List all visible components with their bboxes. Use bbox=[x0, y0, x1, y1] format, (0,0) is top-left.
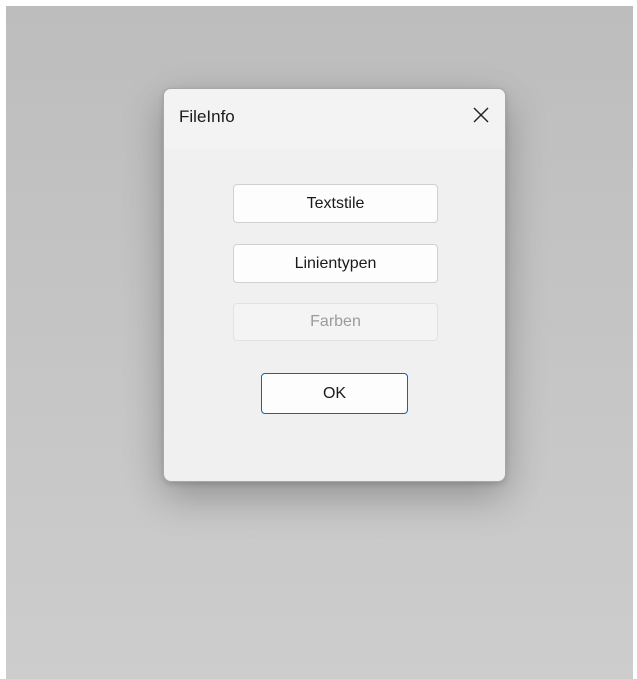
textstile-button[interactable]: Textstile bbox=[233, 184, 438, 223]
farben-button: Farben bbox=[233, 303, 438, 341]
dialog-title: FileInfo bbox=[179, 107, 235, 126]
linientypen-button[interactable]: Linientypen bbox=[233, 244, 438, 283]
close-button[interactable] bbox=[461, 99, 501, 131]
ok-button[interactable]: OK bbox=[261, 373, 408, 414]
fileinfo-dialog: FileInfo Textstile Linientypen Farben OK bbox=[163, 88, 506, 482]
dialog-titlebar: FileInfo bbox=[164, 89, 505, 149]
close-icon bbox=[473, 107, 489, 123]
